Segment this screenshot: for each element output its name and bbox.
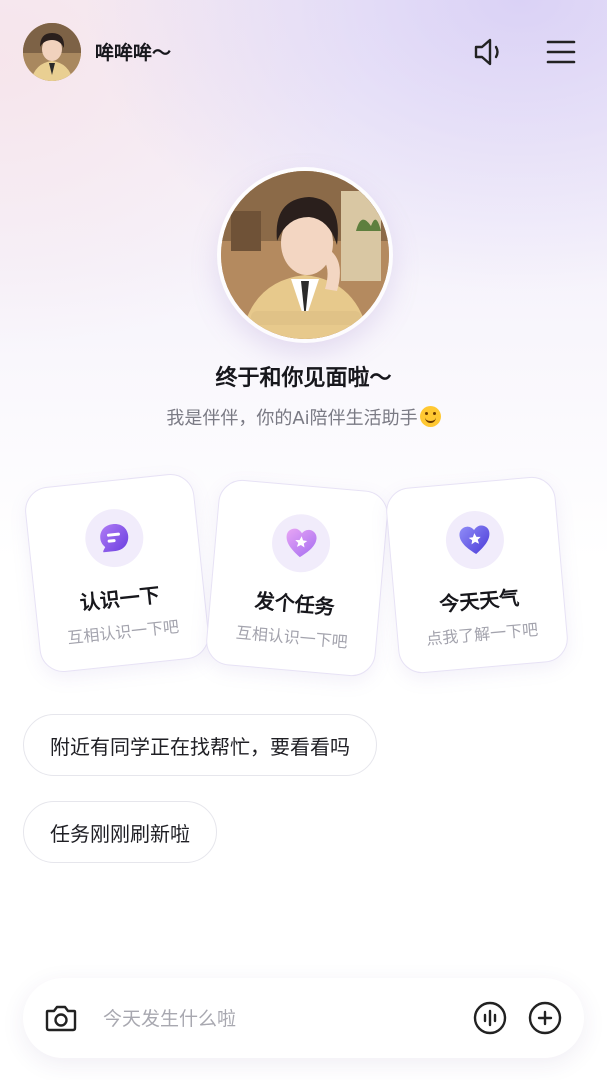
card-title: 发个任务 [253, 588, 336, 620]
card-subtitle: 互相认识一下吧 [235, 622, 349, 652]
greeting-subtitle: 我是伴伴，你的Ai陪伴生活助手 [0, 404, 607, 430]
card-subtitle: 点我了解一下吧 [425, 619, 539, 649]
menu-button[interactable] [541, 32, 581, 72]
menu-icon [546, 40, 576, 64]
card-icon-wrap [443, 508, 507, 572]
voice-wave-icon [473, 1001, 507, 1035]
suggestion-chip-task-refresh[interactable]: 任务刚刚刷新啦 [23, 801, 217, 863]
speaker-icon [474, 38, 499, 66]
plus-circle-icon [528, 1001, 562, 1035]
sound-button[interactable] [469, 32, 509, 72]
chat-bubble-icon [100, 524, 129, 553]
card-icon-wrap [82, 506, 147, 570]
user-avatar[interactable] [23, 23, 81, 81]
boy-portrait-icon [23, 23, 81, 81]
message-input-bar [23, 978, 584, 1058]
heart-star-icon [459, 525, 490, 554]
companion-avatar[interactable] [221, 171, 389, 339]
greeting-title: 终于和你见面啦～ [215, 366, 392, 391]
card-get-to-know[interactable]: 认识一下 互相认识一下吧 [22, 471, 212, 675]
card-icon-wrap [269, 511, 333, 575]
add-button[interactable] [527, 1000, 563, 1036]
voice-button[interactable] [472, 1000, 508, 1036]
message-input[interactable] [101, 998, 445, 1040]
heart-star-icon [286, 528, 317, 558]
boy-portrait-icon [221, 171, 389, 339]
suggestion-chip-help[interactable]: 附近有同学正在找帮忙，要看看吗 [23, 714, 377, 776]
top-bar: 哞哞哞～ [0, 0, 607, 104]
card-post-task[interactable]: 发个任务 互相认识一下吧 [204, 477, 390, 679]
card-weather[interactable]: 今天天气 点我了解一下吧 [384, 474, 570, 676]
smile-emoji-icon [419, 406, 441, 427]
user-name: 哞哞哞～ [95, 42, 172, 64]
card-title: 今天天气 [438, 585, 521, 617]
camera-button[interactable] [43, 1000, 79, 1036]
camera-icon [45, 1005, 77, 1032]
greeting-subtitle-text: 我是伴伴，你的Ai陪伴生活助手 [166, 408, 418, 429]
